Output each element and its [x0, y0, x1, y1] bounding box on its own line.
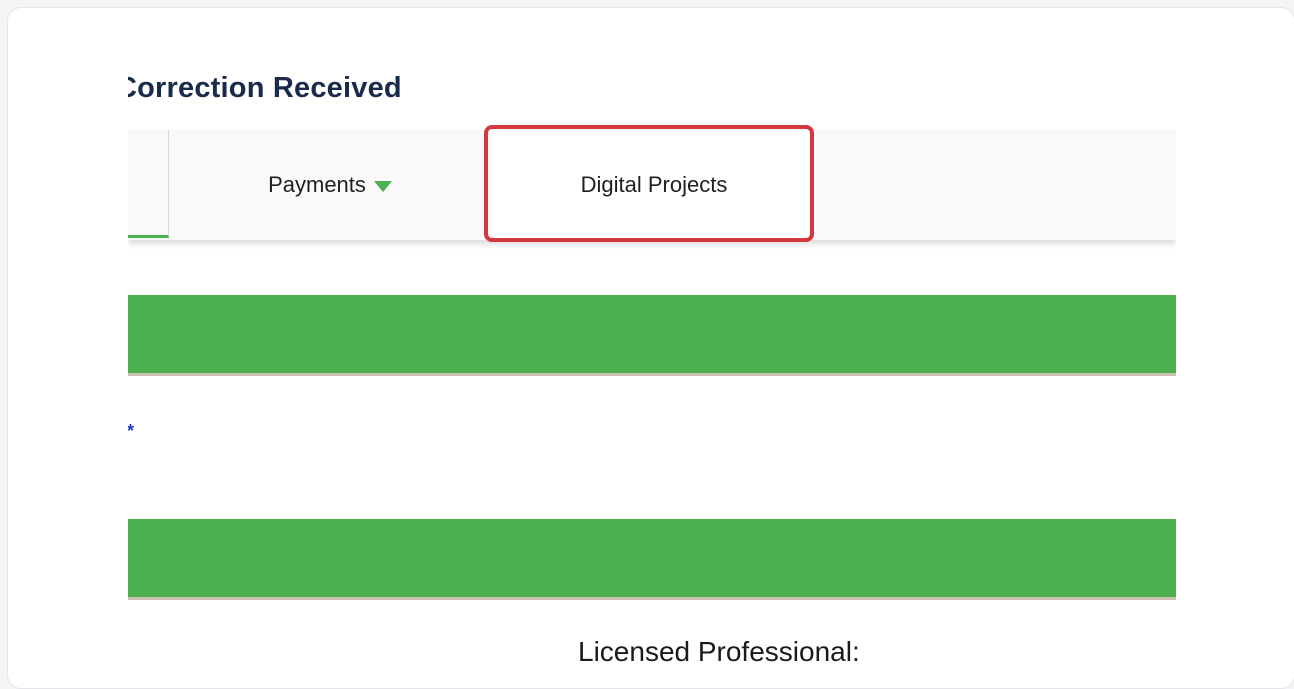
- screenshot-card: Correction Received Payments Digital Pro…: [7, 7, 1294, 689]
- required-field-label: : *: [128, 421, 134, 442]
- licensed-professional-label: Licensed Professional:: [578, 636, 860, 667]
- caret-down-icon[interactable]: [373, 180, 392, 192]
- page-viewport: Correction Received Payments Digital Pro…: [128, 8, 1176, 688]
- tab-payments-label: Payments: [268, 172, 366, 197]
- page-title: Correction Received: [128, 72, 402, 104]
- tab-payments[interactable]: Payments: [170, 130, 490, 240]
- section-header-bar: [128, 295, 1176, 376]
- highlight-box: [484, 125, 814, 242]
- tab-active-partial[interactable]: [128, 130, 169, 238]
- section-header-bar: [128, 519, 1176, 600]
